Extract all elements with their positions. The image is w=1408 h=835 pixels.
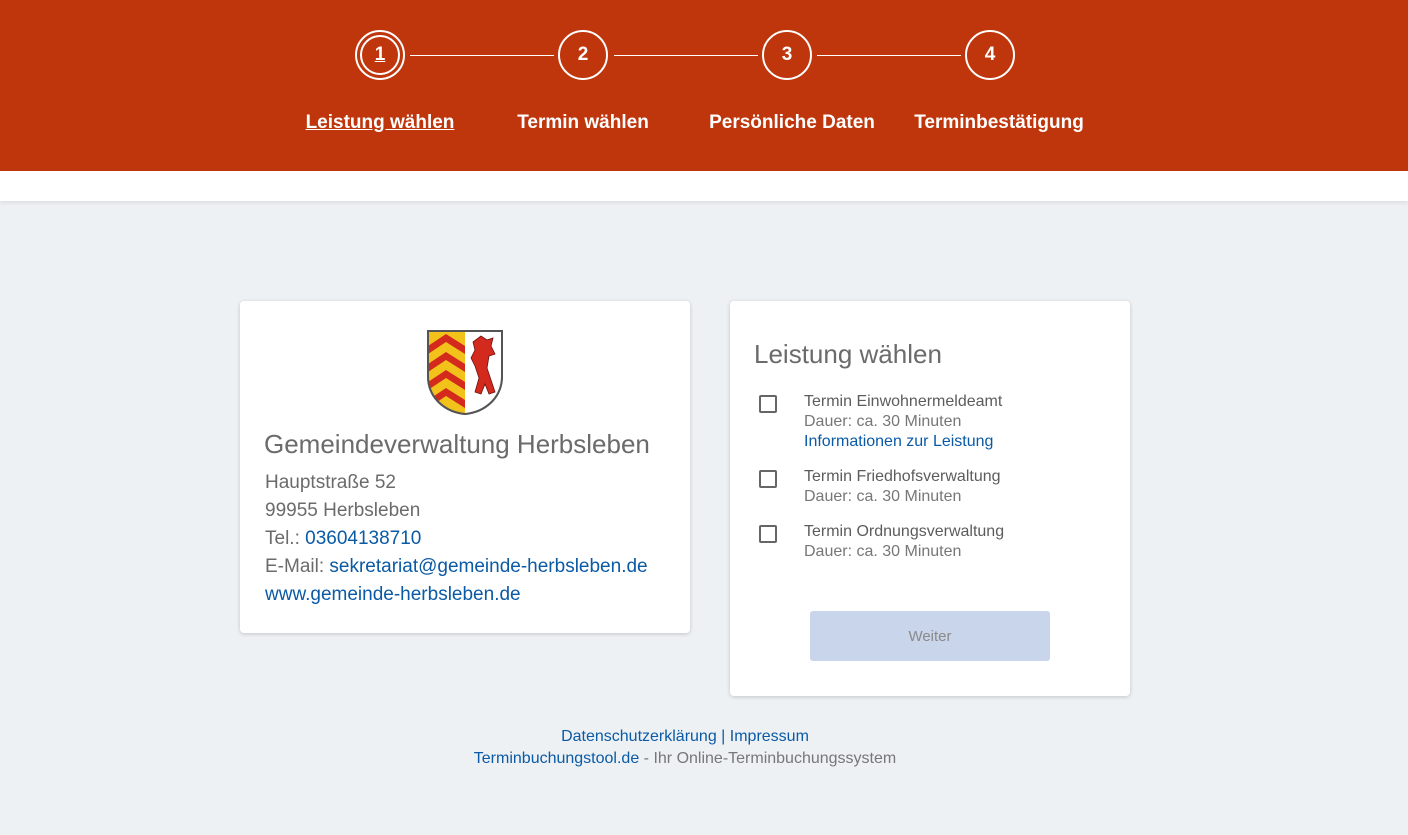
footer-brand: Terminbuchungstool.de - Ihr Online-Termi… xyxy=(0,750,1370,768)
email-row: E-Mail: sekretariat@gemeinde-herbsleben.… xyxy=(265,556,648,578)
email-link[interactable]: sekretariat@gemeinde-herbsleben.de xyxy=(329,556,647,577)
step-3-circle: 3 xyxy=(762,30,812,80)
step-4-number: 4 xyxy=(984,44,996,65)
organization-name: Gemeindeverwaltung Herbsleben xyxy=(264,429,650,459)
service-item: Termin Ordnungsverwaltung Dauer: ca. 30 … xyxy=(754,523,1114,563)
phone-label: Tel.: xyxy=(265,528,300,549)
service-checkbox[interactable] xyxy=(759,470,777,488)
address-street: Hauptstraße 52 xyxy=(265,472,396,493)
service-name[interactable]: Termin Ordnungsverwaltung xyxy=(804,523,1004,541)
address-city: 99955 Herbsleben xyxy=(265,500,421,521)
organization-card: Gemeindeverwaltung Herbsleben Hauptstraß… xyxy=(240,301,690,633)
email-label: E-Mail: xyxy=(265,556,325,577)
service-item: Termin Einwohnermeldeamt Dauer: ca. 30 M… xyxy=(754,393,1114,453)
step-connector xyxy=(410,55,554,56)
step-3-number: 3 xyxy=(781,44,793,65)
step-3-label: Persönliche Daten xyxy=(709,112,875,133)
brand-tagline: - Ihr Online-Terminbuchungssystem xyxy=(643,750,897,767)
service-name[interactable]: Termin Einwohnermeldeamt xyxy=(804,393,1002,411)
progress-header: 1 2 3 4 Leistung wählen Termin wählen Pe… xyxy=(0,0,1408,171)
footer-separator: | xyxy=(721,728,726,745)
step-connector xyxy=(614,55,758,56)
service-info-link[interactable]: Informationen zur Leistung xyxy=(804,433,993,451)
step-1-circle[interactable]: 1 xyxy=(355,30,405,80)
privacy-link[interactable]: Datenschutzerklärung xyxy=(561,728,717,745)
step-4-circle: 4 xyxy=(965,30,1015,80)
sub-header-bar xyxy=(0,171,1408,201)
service-checkbox[interactable] xyxy=(759,395,777,413)
website-row: www.gemeinde-herbsleben.de xyxy=(265,584,521,606)
service-name[interactable]: Termin Friedhofsverwaltung xyxy=(804,468,1001,486)
service-duration: Dauer: ca. 30 Minuten xyxy=(804,413,962,430)
website-link[interactable]: www.gemeinde-herbsleben.de xyxy=(265,584,521,605)
brand-link[interactable]: Terminbuchungstool.de xyxy=(474,750,639,767)
imprint-link[interactable]: Impressum xyxy=(730,728,809,745)
phone-row: Tel.: 03604138710 xyxy=(265,528,421,550)
step-2-circle: 2 xyxy=(558,30,608,80)
service-selection-card: Leistung wählen Termin Einwohnermeldeamt… xyxy=(730,301,1130,696)
step-2-number: 2 xyxy=(577,44,589,65)
service-checkbox[interactable] xyxy=(759,525,777,543)
step-2-label: Termin wählen xyxy=(517,112,649,133)
step-connector xyxy=(817,55,961,56)
service-panel-title: Leistung wählen xyxy=(754,339,942,369)
step-1-label[interactable]: Leistung wählen xyxy=(306,112,455,134)
step-4-label: Terminbestätigung xyxy=(914,112,1084,133)
coat-of-arms-icon xyxy=(427,330,503,416)
service-duration: Dauer: ca. 30 Minuten xyxy=(804,488,962,505)
footer-links: Datenschutzerklärung | Impressum xyxy=(0,728,1370,746)
service-duration: Dauer: ca. 30 Minuten xyxy=(804,543,962,560)
next-button[interactable]: Weiter xyxy=(810,611,1050,661)
service-item: Termin Friedhofsverwaltung Dauer: ca. 30… xyxy=(754,468,1114,508)
step-1-number: 1 xyxy=(374,44,386,65)
phone-link[interactable]: 03604138710 xyxy=(305,528,421,549)
